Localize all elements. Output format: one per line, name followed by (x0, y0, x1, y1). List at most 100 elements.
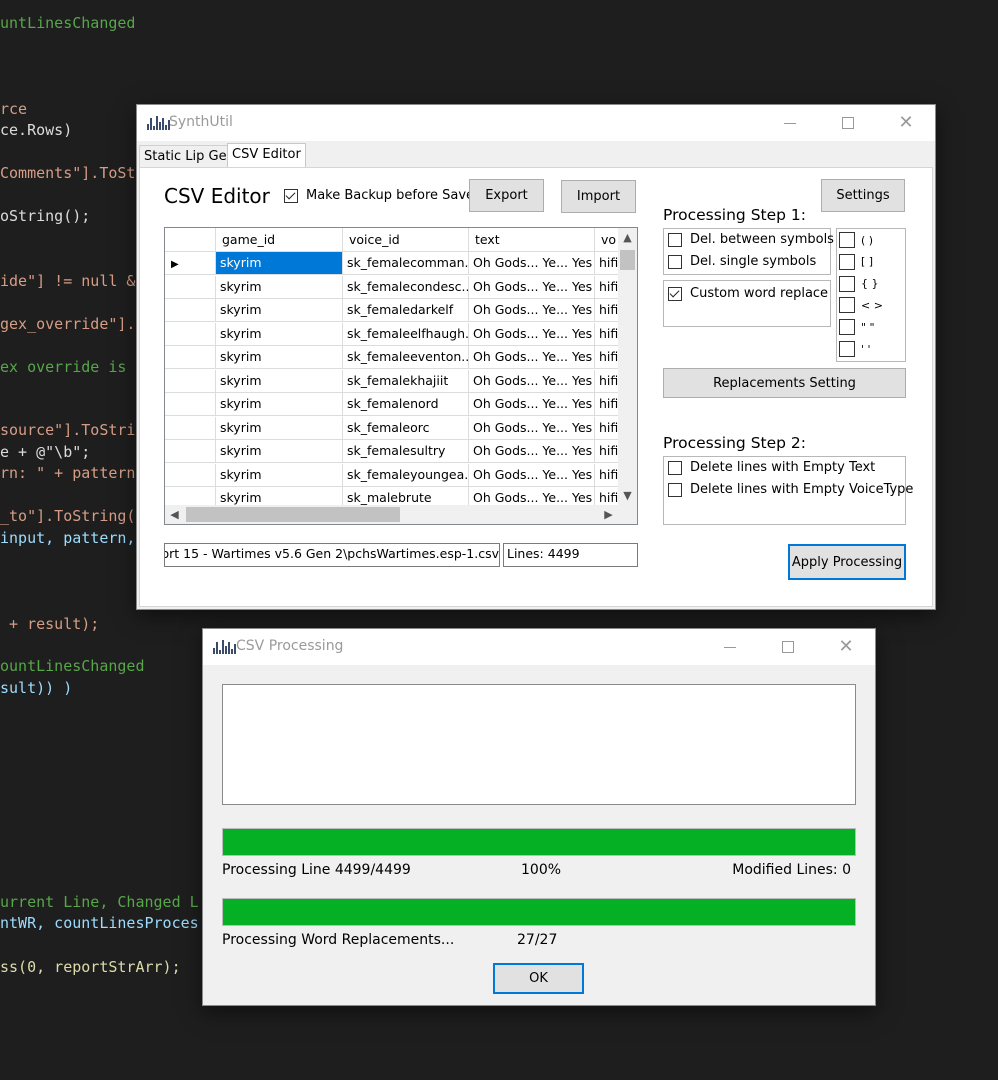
column-header-voice-id[interactable]: voice_id (343, 228, 469, 252)
scroll-thumb-horizontal[interactable] (186, 507, 400, 522)
export-button[interactable]: Export (469, 179, 544, 212)
symbol-pair-checkbox-box[interactable] (839, 319, 855, 336)
symbol-pair-checkbox[interactable]: < > (839, 297, 883, 314)
table-row[interactable]: skyrim sk_femalesultry Oh Gods... Ye... Ye… (165, 440, 625, 463)
ok-button[interactable]: OK (493, 963, 584, 994)
table-cell[interactable]: Oh Gods... Ye... Yes ... (469, 416, 595, 440)
table-cell[interactable]: Oh Gods... Ye... Yes ... (469, 275, 595, 299)
custom-word-checkbox[interactable]: Custom word replace (668, 286, 828, 301)
table-cell[interactable]: Oh Gods... Ye... Yes ... (469, 440, 595, 463)
scroll-thumb-vertical[interactable] (620, 250, 635, 270)
minimize-button[interactable] (767, 105, 813, 141)
tab-static-lip-gen[interactable]: Static Lip Gen (139, 145, 240, 168)
csv-data-grid[interactable]: game_id voice_id text vo ▶ skyrim sk_femal… (164, 227, 638, 525)
scroll-down-icon[interactable]: ▼ (618, 486, 637, 505)
apply-processing-button[interactable]: Apply Processing (788, 544, 906, 580)
column-header-game-id[interactable]: game_id (216, 228, 343, 252)
table-row[interactable]: skyrim sk_femalenord Oh Gods... Ye... Yes … (165, 393, 625, 416)
tab-csv-editor[interactable]: CSV Editor (227, 143, 306, 168)
del-single-checkbox[interactable]: Del. single symbols (668, 254, 816, 269)
replacements-setting-button[interactable]: Replacements Setting (663, 368, 906, 398)
row-header[interactable] (165, 416, 216, 440)
table-row[interactable]: skyrim sk_femaleorc Oh Gods... Ye... Yes .… (165, 416, 625, 440)
row-header[interactable] (165, 440, 216, 463)
table-cell[interactable]: Oh Gods... Ye... Yes ... (469, 369, 595, 393)
backup-checkbox[interactable]: Make Backup before Save (284, 188, 474, 203)
table-cell[interactable]: sk_femaleyoungea... (343, 463, 469, 487)
table-cell[interactable]: skyrim (216, 416, 343, 440)
symbol-pair-checkbox-box[interactable] (839, 341, 855, 357)
table-cell[interactable]: skyrim (216, 463, 343, 487)
table-cell[interactable]: Oh Gods... Ye... Yes ... (469, 299, 595, 322)
delete-empty-voice-checkbox[interactable]: Delete lines with Empty VoiceType (668, 482, 913, 497)
table-row[interactable]: skyrim sk_femalekhajiit Oh Gods... Ye... Y… (165, 369, 625, 393)
table-cell[interactable]: Oh Gods... Ye... Yes ... (469, 463, 595, 487)
delete-empty-text-checkbox-box[interactable] (668, 460, 682, 475)
table-row[interactable]: skyrim sk_femaleelfhaugh... Oh Gods... Ye.… (165, 322, 625, 346)
table-cell[interactable]: skyrim (216, 252, 343, 275)
symbol-pair-checkbox[interactable]: [ ] (839, 253, 873, 270)
symbol-pair-checkbox-box[interactable] (839, 297, 855, 314)
table-cell[interactable]: skyrim (216, 393, 343, 416)
table-cell[interactable]: sk_femalesultry (343, 440, 469, 463)
table-cell[interactable]: skyrim (216, 346, 343, 369)
table-cell[interactable]: skyrim (216, 322, 343, 346)
table-cell[interactable]: sk_femaleeventon... (343, 346, 469, 369)
row-header[interactable] (165, 275, 216, 299)
grid-horizontal-scrollbar[interactable]: ◀ ▶ (165, 505, 618, 524)
row-header[interactable]: ▶ (165, 252, 216, 275)
table-cell[interactable]: Oh Gods... Ye... Yes ... (469, 346, 595, 369)
processing-maximize-button[interactable] (765, 629, 811, 665)
symbol-pair-checkbox[interactable]: { } (839, 275, 879, 292)
settings-button[interactable]: Settings (821, 179, 905, 212)
lines-count-field[interactable]: Lines: 4499 (503, 543, 638, 567)
scroll-left-icon[interactable]: ◀ (165, 505, 184, 524)
processing-close-button[interactable]: ✕ (823, 629, 869, 665)
table-cell[interactable]: sk_femalenord (343, 393, 469, 416)
table-cell[interactable]: sk_femalecondesc... (343, 275, 469, 299)
table-cell[interactable]: skyrim (216, 299, 343, 322)
table-cell[interactable]: Oh Gods... Ye... Yes ... (469, 393, 595, 416)
processing-minimize-button[interactable] (707, 629, 753, 665)
del-single-checkbox-box[interactable] (668, 254, 682, 269)
symbol-pair-checkbox[interactable]: " " (839, 319, 875, 336)
titlebar[interactable]: SynthUtil ✕ (137, 105, 935, 141)
row-header[interactable] (165, 393, 216, 416)
column-header-text[interactable]: text (469, 228, 595, 252)
row-header[interactable] (165, 463, 216, 487)
table-row[interactable]: skyrim sk_femaledarkelf Oh Gods... Ye... Y… (165, 299, 625, 322)
csv-path-field[interactable]: Export 15 - Wartimes v5.6 Gen 2\pchsWart… (164, 543, 500, 567)
table-cell[interactable]: sk_femaleorc (343, 416, 469, 440)
grid-vertical-scrollbar[interactable]: ▲ ▼ (618, 228, 637, 505)
table-cell[interactable]: sk_femalekhajiit (343, 369, 469, 393)
table-cell[interactable]: sk_femalecomman... (343, 252, 469, 275)
import-button[interactable]: Import (561, 180, 636, 213)
table-cell[interactable]: sk_femaledarkelf (343, 299, 469, 322)
symbol-pair-checkbox[interactable]: ' ' (839, 341, 871, 357)
table-cell[interactable]: Oh Gods... Ye... Yes ... (469, 252, 595, 275)
symbol-pair-checkbox-box[interactable] (839, 232, 855, 248)
table-cell[interactable]: sk_femaleelfhaugh... (343, 322, 469, 346)
scroll-right-icon[interactable]: ▶ (599, 505, 618, 524)
table-row[interactable]: skyrim sk_femalecondesc... Oh Gods... Ye..… (165, 275, 625, 299)
table-cell[interactable]: skyrim (216, 369, 343, 393)
table-row[interactable]: skyrim sk_femaleeventon... Oh Gods... Ye..… (165, 346, 625, 369)
symbol-pair-checkbox[interactable]: ( ) (839, 232, 873, 248)
symbol-pair-checkbox-box[interactable] (839, 275, 855, 292)
delete-empty-voice-checkbox-box[interactable] (668, 482, 682, 497)
symbol-pair-checkbox-box[interactable] (839, 253, 855, 270)
row-header[interactable] (165, 322, 216, 346)
custom-word-checkbox-box[interactable] (668, 286, 682, 301)
delete-empty-text-checkbox[interactable]: Delete lines with Empty Text (668, 460, 875, 475)
close-button[interactable]: ✕ (883, 105, 929, 141)
backup-checkbox-box[interactable] (284, 188, 298, 203)
table-cell[interactable]: skyrim (216, 440, 343, 463)
table-row[interactable]: ▶ skyrim sk_femalecomman... Oh Gods... Ye..… (165, 252, 625, 275)
table-row[interactable]: skyrim sk_femaleyoungea... Oh Gods... Ye..… (165, 463, 625, 487)
del-between-checkbox[interactable]: Del. between symbols (668, 232, 834, 247)
maximize-button[interactable] (825, 105, 871, 141)
row-header[interactable] (165, 299, 216, 322)
row-header[interactable] (165, 369, 216, 393)
table-cell[interactable]: Oh Gods... Ye... Yes ... (469, 322, 595, 346)
scroll-up-icon[interactable]: ▲ (618, 228, 637, 247)
